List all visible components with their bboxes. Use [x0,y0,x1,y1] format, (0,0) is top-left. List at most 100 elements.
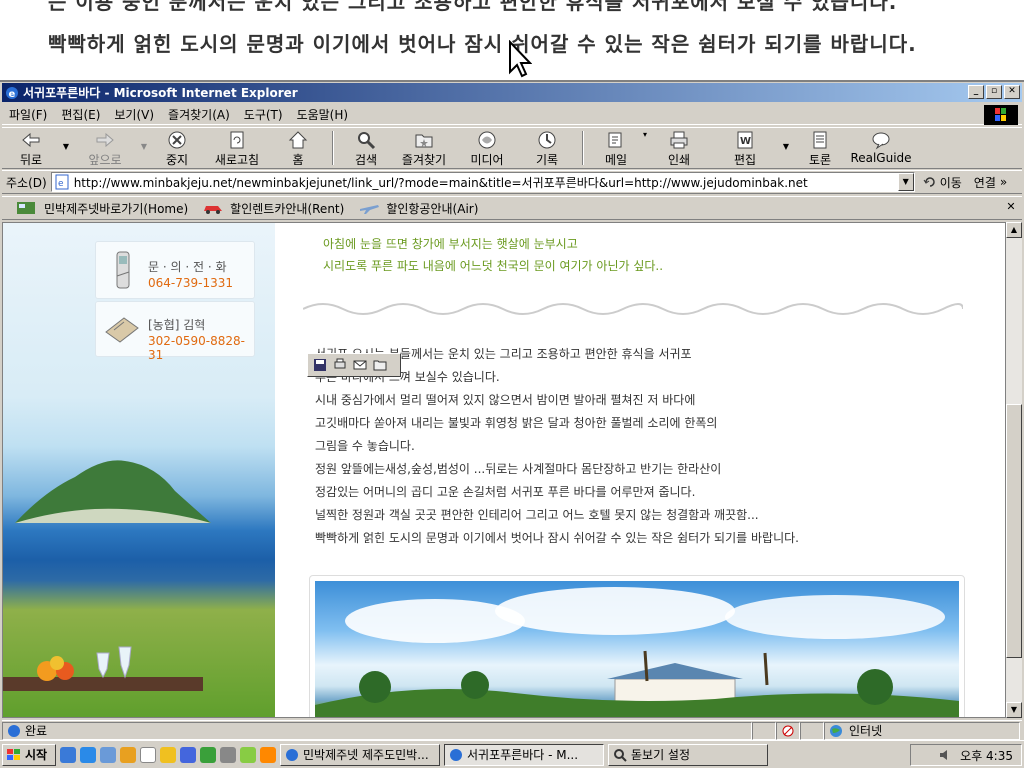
refresh-icon [230,131,244,149]
discuss-label: 토론 [808,153,832,167]
mail-icon [608,132,622,148]
start-label: 시작 [25,748,48,762]
refresh-label: 새로고침 [214,153,260,167]
privacy-icon[interactable] [776,721,800,740]
search-button[interactable]: 검색 [340,128,392,168]
ornament-divider [303,303,963,315]
menu-favorites[interactable]: 즐겨찾기(A) [161,106,237,123]
links-toggle[interactable]: 연결 [974,174,996,191]
go-label: 이동 [939,175,962,190]
bank-account: 302-0590-8828-31 [148,334,245,362]
contact-box: 문 · 의 · 전 · 화 064-739-1331 [95,241,255,299]
print-button[interactable]: 인쇄 [648,128,710,168]
back-dropdown-icon[interactable]: ▼ [60,128,72,151]
window-title: 서귀포푸른바다 - Microsoft Internet Explorer [23,86,298,100]
scroll-thumb[interactable] [1006,404,1022,658]
back-button[interactable]: 뒤로 [2,128,60,168]
volume-icon[interactable] [938,748,954,762]
chevron-right-icon[interactable]: » [1000,175,1007,189]
menu-view[interactable]: 보기(V) [107,106,161,123]
forward-button[interactable]: 앞으로 [72,128,138,168]
links-close-button[interactable]: ✕ [1004,201,1018,215]
search-icon [358,132,376,150]
magnifier-icon [614,748,627,762]
outlook-icon[interactable] [100,746,116,763]
history-label: 기록 [535,153,559,167]
menu-tools[interactable]: 도구(T) [237,106,290,123]
favorites-button[interactable]: 즐겨찾기 [392,128,456,168]
taskbar: 시작 민박제주넷 제주도민박... 서귀포푸른바다 - M... 돋보기 설정 … [0,740,1024,768]
home-button[interactable]: 홈 [270,128,326,168]
start-button[interactable]: 시작 [2,743,56,766]
title-bar[interactable]: e 서귀포푸른바다 - Microsoft Internet Explorer … [2,83,1022,102]
link-home-label: 민박제주넷바로가기(Home) [44,201,189,216]
menu-edit[interactable]: 편집(E) [54,106,107,123]
link-rent[interactable]: 할인렌트카안내(Rent) [202,200,344,217]
contact-title: 문 · 의 · 전 · 화 [148,260,227,274]
ie-quicklaunch-icon[interactable] [80,746,96,763]
magnifier-view: 는 이용 중인 분께서는 운치 있는 그리고 조용하고 편안한 휴식을 서귀포에… [0,0,1024,82]
people-icon[interactable] [220,746,236,763]
forward-dropdown-icon[interactable]: ▼ [138,128,150,151]
address-dropdown-icon[interactable]: ▼ [897,173,914,191]
task-seogwipo[interactable]: 서귀포푸른바다 - M... [444,743,604,766]
restore-button[interactable]: ▫ [986,85,1002,99]
open-folder-icon[interactable] [372,357,388,373]
address-input[interactable]: e http://www.minbakjeju.net/newminbakjej… [50,172,915,192]
close-button[interactable]: ✕ [1004,85,1020,99]
save-image-icon[interactable] [312,357,328,373]
media-button[interactable]: 미디어 [456,128,518,168]
email-image-icon[interactable] [352,357,368,373]
chat-icon[interactable] [140,746,156,763]
print-image-icon[interactable] [332,357,348,373]
globe-ql-icon[interactable] [200,746,216,763]
task-label: 돋보기 설정 [631,748,691,762]
link-air[interactable]: 할인항공안내(Air) [358,200,478,217]
ie-page-icon [286,748,298,761]
scroll-up-button[interactable]: ▲ [1006,222,1022,238]
zone-cell: 인터넷 [824,721,1020,740]
pension-photo-frame [309,575,965,717]
menu-help[interactable]: 도움말(H) [290,106,356,123]
realguide-button[interactable]: RealGuide [848,128,914,168]
mail-label: 메일 [604,153,628,167]
go-button[interactable]: 이동 [923,174,962,191]
minimize-button[interactable]: _ [968,85,984,99]
messenger-icon[interactable] [180,746,196,763]
link-rent-label: 할인렌트카안내(Rent) [230,201,345,216]
refresh-button[interactable]: 새로고침 [204,128,270,168]
tool-icon[interactable] [160,746,176,763]
discuss-icon [813,131,827,149]
clock[interactable]: 오후 4:35 [960,747,1013,764]
favorites-label: 즐겨찾기 [401,153,447,167]
edit-dropdown-icon[interactable]: ▼ [780,128,792,151]
mail-button[interactable]: 메일 [590,128,642,168]
task-magnifier[interactable]: 돋보기 설정 [608,743,768,766]
intro-line: 널찍한 정원과 객실 곳곳 편안한 인테리어 그리고 어느 호텔 못지 않는 청… [315,508,759,522]
discuss-button[interactable]: 토론 [792,128,848,168]
media-player-icon[interactable] [120,746,136,763]
vertical-scrollbar[interactable]: ▲ ▼ [1006,222,1022,718]
desktop-icon[interactable] [60,746,76,763]
intro-line: 빡빡하게 얽힌 도시의 문명과 이기에서 벗어나 잠시 쉬어갈 수 있는 작은 … [315,531,799,545]
link-home[interactable]: 민박제주넷바로가기(Home) [16,200,188,217]
smiley-icon[interactable] [260,746,276,763]
edit-button[interactable]: W 편집 [710,128,780,168]
task-minbak[interactable]: 민박제주넷 제주도민박... [280,743,440,766]
system-tray: 오후 4:35 [910,744,1022,766]
pension-photo[interactable] [315,581,959,717]
ie-logo-icon: e [6,86,18,100]
forward-label: 앞으로 [88,153,122,167]
links-icon[interactable] [240,746,256,763]
svg-text:e: e [9,89,16,100]
history-button[interactable]: 기록 [518,128,576,168]
menu-file[interactable]: 파일(F) [2,106,54,123]
mouse-cursor-icon [509,40,532,78]
bank-box: [농협] 김혁 302-0590-8828-31 [95,301,255,362]
edit-label: 편집 [733,153,757,167]
scroll-down-button[interactable]: ▼ [1006,702,1022,718]
intro-line: 정감있는 어머니의 곱디 고운 손길처럼 서귀포 푸른 바다를 어루만져 줍니다… [315,485,696,499]
windows-flag-icon [984,105,1018,125]
stop-button[interactable]: 중지 [150,128,204,168]
svg-text:e: e [58,179,64,189]
